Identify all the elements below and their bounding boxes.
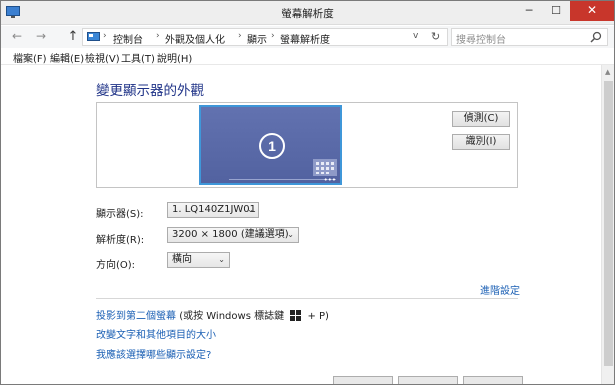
breadcrumb-control-panel[interactable]: 控制台 [113,31,143,46]
search-icon[interactable] [590,31,602,43]
text-size-link[interactable]: 改變文字和其他項目的大小 [96,330,216,341]
chevron-down-icon: ⌄ [287,230,294,239]
up-button[interactable]: ↑ [65,29,81,45]
menu-bar: 檔案(F) 編輯(E) 檢視(V) 工具(T) 說明(H) [1,48,614,65]
monitor-number: 1 [259,133,285,159]
close-button[interactable]: ✕ [570,1,614,21]
orientation-select[interactable]: 橫向 ⌄ [167,252,230,268]
text-size-row: 改變文字和其他項目的大小 [96,326,216,341]
orientation-select-value: 橫向 [172,254,192,265]
project-second-screen-link[interactable]: 投影到第二個螢幕 [96,311,176,322]
breadcrumb-appearance[interactable]: 外觀及個人化 [165,31,225,46]
which-settings-link[interactable]: 我應該選擇哪些顯示設定? [96,350,211,361]
control-panel-window: 螢幕解析度 ─ ☐ ✕ ← → ↑ › 控制台 › 外觀及個人化 › 顯示 › … [0,0,615,385]
identify-button[interactable]: 識別(I) [452,134,510,150]
orientation-label: 方向(O): [96,260,136,271]
maximize-button[interactable]: ☐ [543,1,569,21]
page-title: 變更顯示器的外觀 [96,83,204,99]
windows-logo-icon [290,310,302,321]
more-icon: ••• [323,176,336,184]
breadcrumb-separator: › [271,31,275,41]
scroll-thumb[interactable] [604,81,613,366]
breadcrumb-separator: › [103,31,107,41]
address-bar[interactable]: › 控制台 › 外觀及個人化 › 顯示 › 螢幕解析度 v ↻ [82,28,448,46]
which-settings-row: 我應該選擇哪些顯示設定? [96,346,211,361]
address-dropdown-icon[interactable]: v [413,31,418,41]
display-select-value: 1. LQ140Z1JW01 [172,204,257,215]
minimize-button[interactable]: ─ [516,1,542,21]
breadcrumb-separator: › [156,31,160,41]
breadcrumb-display[interactable]: 顯示 [247,31,267,46]
monitor-thumbnail[interactable]: 1 ••• [199,105,342,185]
breadcrumb-screen-resolution[interactable]: 螢幕解析度 [280,31,330,46]
display-label: 顯示器(S): [96,209,144,220]
search-box[interactable]: 搜尋控制台 [451,28,608,46]
menu-help[interactable]: 說明(H) [157,50,192,65]
back-button[interactable]: ← [9,29,25,45]
forward-button[interactable]: → [33,29,49,45]
menu-tools[interactable]: 工具(T) [121,50,155,65]
navigation-bar: ← → ↑ › 控制台 › 外觀及個人化 › 顯示 › 螢幕解析度 v ↻ 搜尋… [1,26,614,48]
menu-file[interactable]: 檔案(F) [13,50,47,65]
cancel-button[interactable] [398,376,458,384]
main-content: 變更顯示器的外觀 1 ••• 偵測(C) 識別(I) 顯示器(S): 1. LQ… [1,65,601,384]
detect-button[interactable]: 偵測(C) [452,111,510,127]
start-tiles-icon [313,159,337,176]
project-hint-shortcut: + P) [307,311,329,322]
chevron-down-icon: ⌄ [247,205,254,214]
refresh-icon[interactable]: ↻ [431,30,440,43]
divider [96,298,518,299]
control-panel-icon [87,32,100,41]
menu-edit[interactable]: 編輯(E) [50,50,84,65]
advanced-settings-link[interactable]: 進階設定 [480,282,520,297]
breadcrumb-separator: › [238,31,242,41]
vertical-scrollbar[interactable]: ▲ [601,65,614,384]
resolution-select-value: 3200 × 1800 (建議選項) [172,229,289,240]
ok-button[interactable] [333,376,393,384]
display-preview-panel: 1 ••• 偵測(C) 識別(I) [96,102,518,188]
menu-view[interactable]: 檢視(V) [85,50,120,65]
search-input[interactable]: 搜尋控制台 [456,31,506,46]
resolution-label: 解析度(R): [96,235,145,246]
scroll-up-icon[interactable]: ▲ [605,68,610,76]
project-row: 投影到第二個螢幕 (或按 Windows 標誌鍵 + P) [96,307,329,322]
project-hint-text: (或按 Windows 標誌鍵 [179,311,285,322]
display-select[interactable]: 1. LQ140Z1JW01 ⌄ [167,202,259,218]
chevron-down-icon: ⌄ [218,255,225,264]
taskbar-line [229,179,336,180]
resolution-select[interactable]: 3200 × 1800 (建議選項) ⌄ [167,227,299,243]
apply-button[interactable] [463,376,523,384]
title-bar: 螢幕解析度 ─ ☐ ✕ [1,1,614,25]
